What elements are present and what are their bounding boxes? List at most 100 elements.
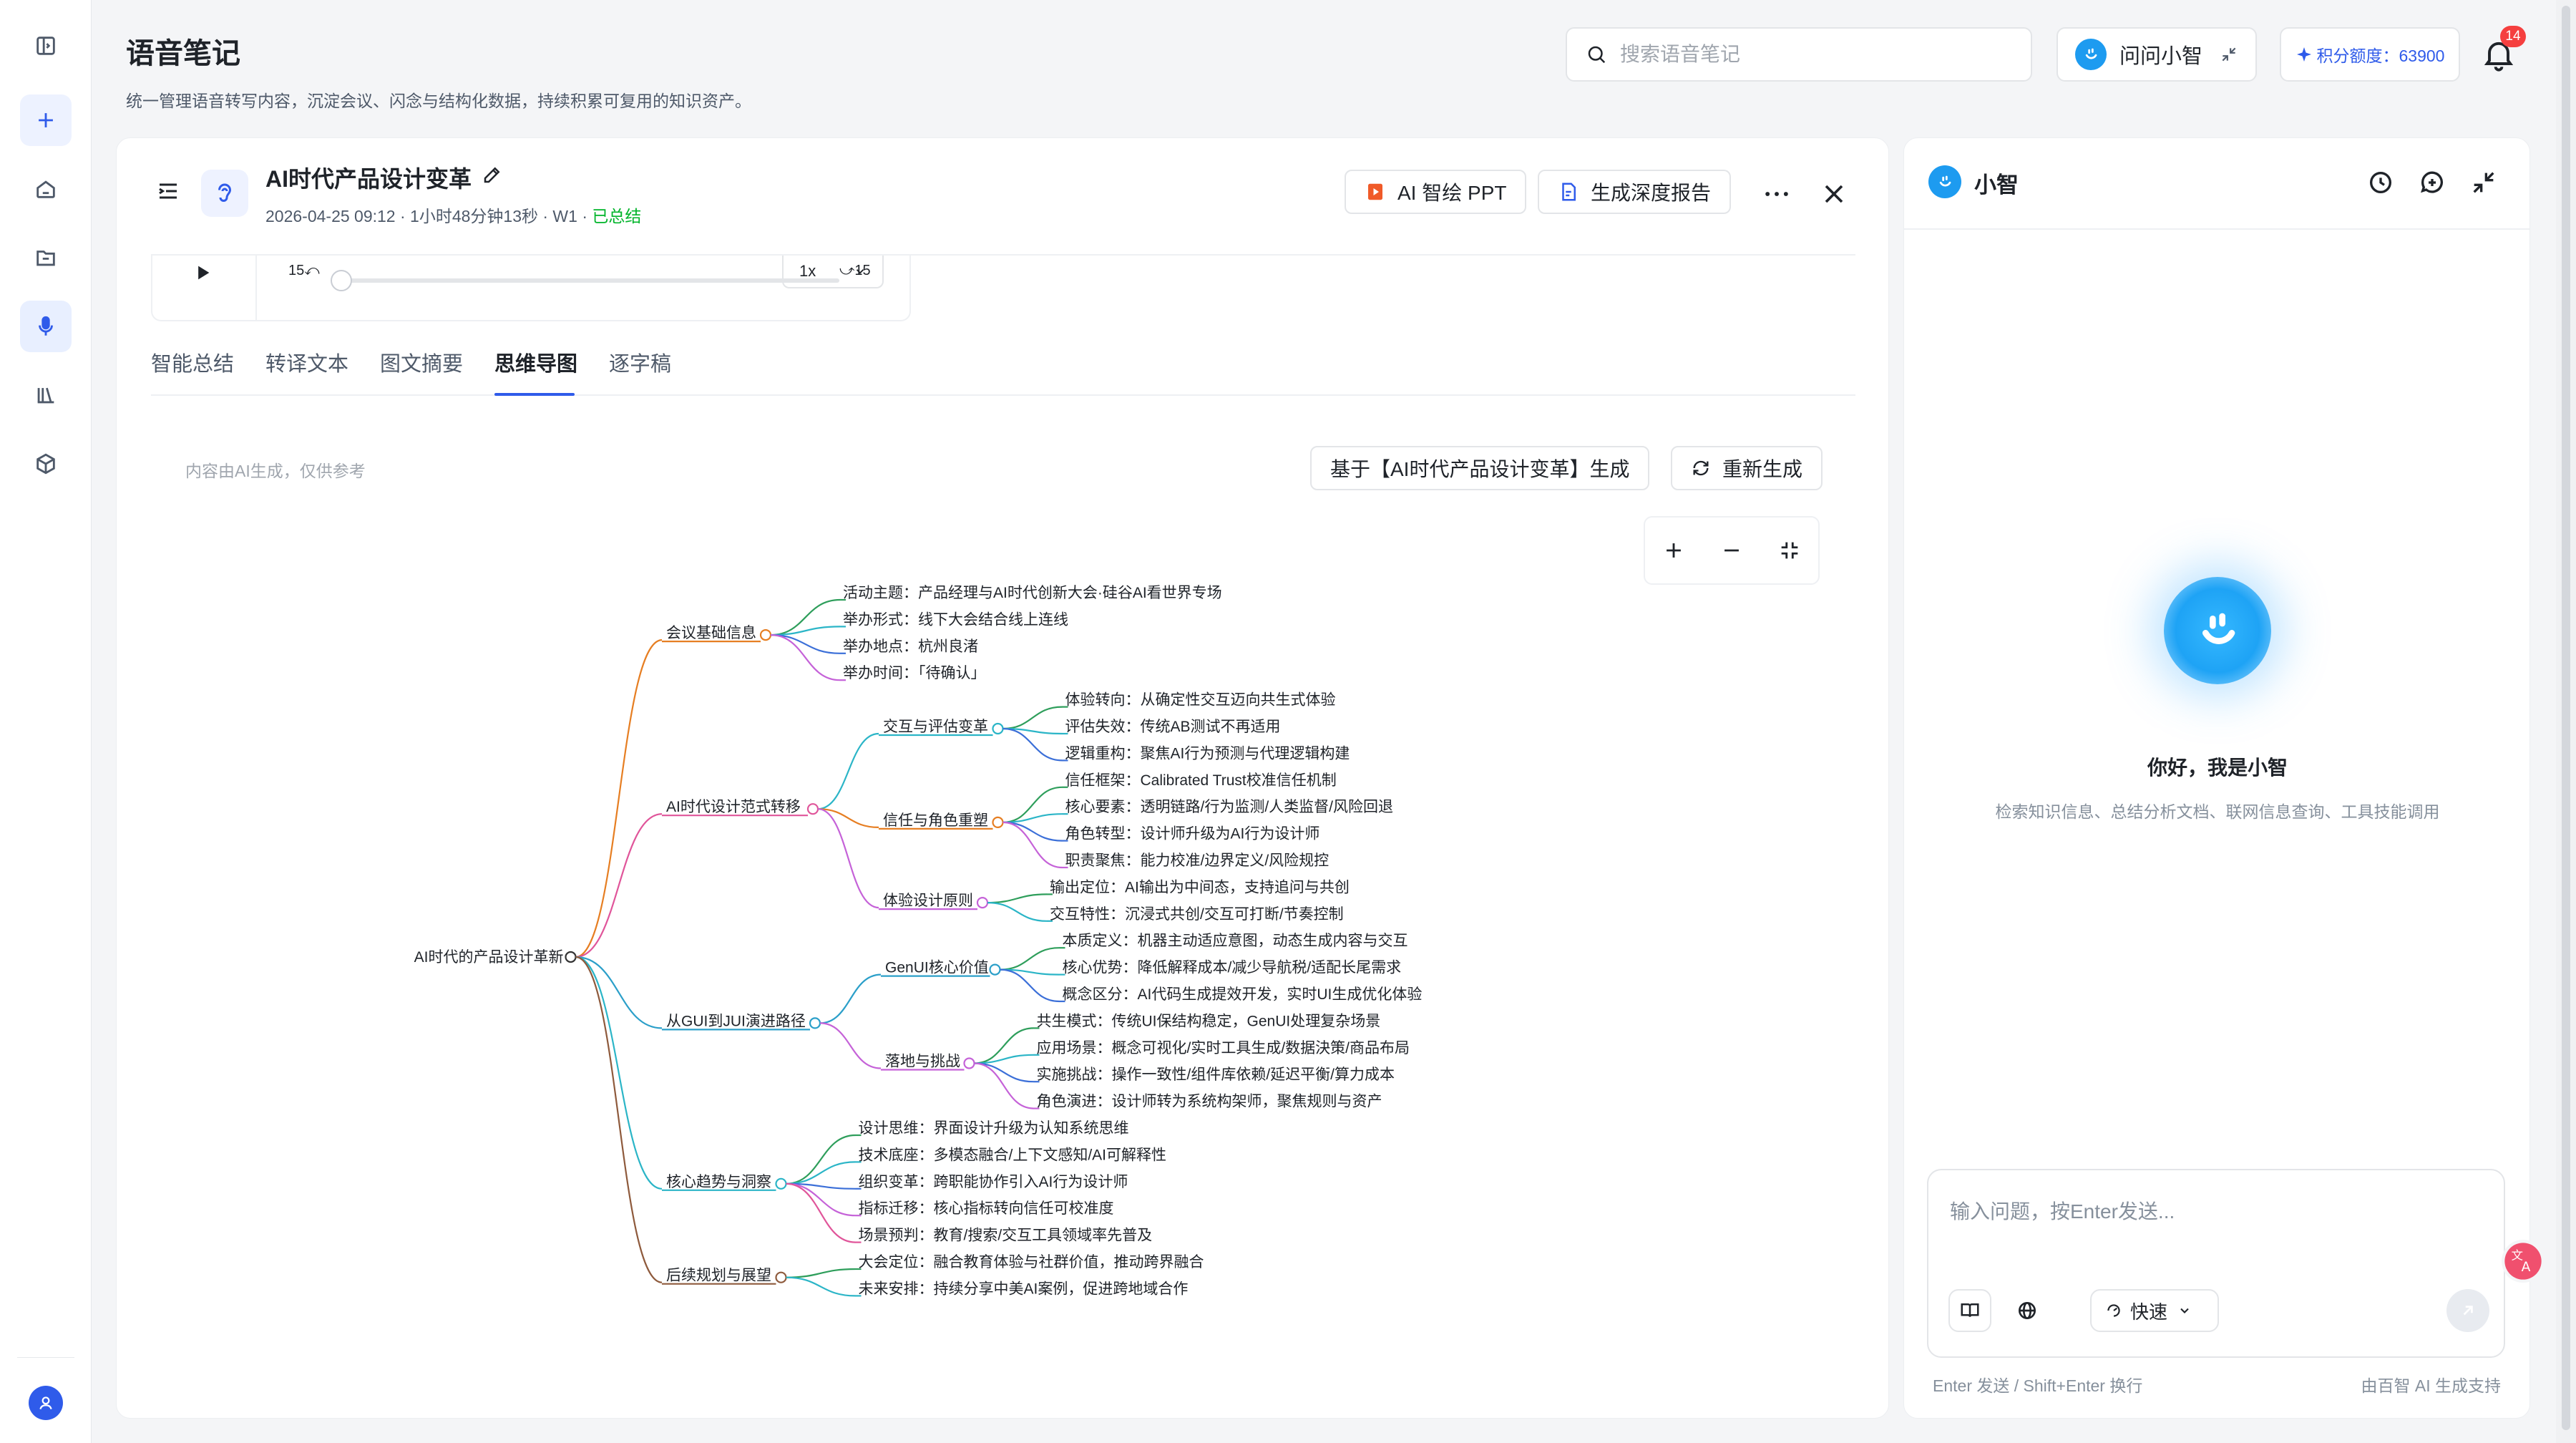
avatar[interactable] (29, 1386, 63, 1420)
mindmap-branch-node[interactable] (806, 803, 819, 815)
mindmap-leaf[interactable]: 举办地点：杭州良渚 (843, 638, 978, 655)
mindmap-leaf[interactable]: 输出定位：AI输出为中间态，支持追问与共创 (1050, 879, 1350, 895)
search-icon (1588, 46, 1606, 64)
mindmap-sub-node[interactable] (992, 722, 1004, 735)
cube-icon[interactable] (20, 438, 72, 490)
mindmap-edge (974, 1027, 1034, 1064)
mindmap-sub-node[interactable] (992, 816, 1004, 829)
mindmap-leaf[interactable]: 共生模式：传统UI保结构稳定，GenUI处理复杂场景 (1037, 1013, 1381, 1029)
mindmap-branch-node[interactable] (775, 1271, 787, 1283)
mindmap-leaf[interactable]: 组织变革：跨职能协作引入AI行为设计师 (859, 1174, 1128, 1190)
translate-float-button[interactable]: 文A (2502, 1240, 2545, 1283)
assistant-header: 小智 (1904, 138, 2529, 230)
mindmap-edge (770, 634, 841, 654)
library-icon[interactable] (20, 369, 72, 421)
mindmap-branch-node[interactable] (759, 628, 772, 641)
speed-mode-icon (2107, 1304, 2120, 1317)
page-scrollbar[interactable] (2556, 0, 2576, 1443)
mindmap-leaf[interactable]: 信任框架：Calibrated Trust校准信任机制 (1065, 772, 1337, 789)
mindmap-leaf[interactable]: 角色演进：设计师转为系统构架师，聚焦规则与资产 (1037, 1094, 1382, 1110)
mindmap-root[interactable]: AI时代的产品设计革新 (414, 949, 564, 966)
knowledge-button[interactable] (1948, 1289, 1991, 1332)
mindmap-branch[interactable]: AI时代设计范式转移 (666, 799, 801, 815)
page-subtitle: 统一管理语音转写内容，沉淀会议、闪念与结构化数据，持续积累可复用的知识资产。 (126, 92, 751, 110)
mindmap-canvas[interactable]: AI时代的产品设计革新 会议基础信息 活动主题：产品经理与AI时代创新大会·硅谷AI… (117, 138, 1889, 1419)
collapse-icon (2222, 47, 2236, 62)
folder-icon[interactable] (20, 232, 72, 283)
panel-toggle-icon[interactable] (20, 20, 72, 72)
mindmap-leaf[interactable]: 应用场景：概念可视化/实时工具生成/数据決策/商品布局 (1037, 1040, 1410, 1056)
assistant-logo-icon (1928, 165, 1961, 198)
mindmap-root-node[interactable] (565, 951, 577, 963)
microphone-icon[interactable] (20, 301, 72, 352)
scrollbar-thumb[interactable] (2562, 6, 2570, 1430)
mindmap-leaf[interactable]: 大会定位：融合教育体验与社群价值，推动跨界融合 (859, 1254, 1204, 1270)
user-icon (39, 1396, 52, 1410)
globe-icon (2019, 1302, 2036, 1319)
mindmap-leaf[interactable]: 未来安排：持续分享中美AI案例，促进跨地域合作 (859, 1281, 1189, 1297)
chat-input[interactable] (1950, 1196, 2479, 1253)
mindmap-edge (770, 634, 841, 681)
home-icon[interactable] (20, 163, 72, 215)
mindmap-branch[interactable]: 核心趋势与洞察 (666, 1174, 771, 1190)
mindmap-sub-branch[interactable]: 体验设计原则 (883, 893, 973, 909)
assistant-description: 检索知识信息、总结分析文档、联网信息查询、工具技能调用 (1995, 802, 2440, 821)
mindmap-branch[interactable]: 会议基础信息 (666, 625, 756, 641)
mindmap-leaf[interactable]: 角色转型：设计师升级为AI行为设计师 (1065, 826, 1320, 842)
mode-select[interactable]: 快速 (2090, 1289, 2219, 1332)
mindmap-sub-branch[interactable]: GenUI核心价值 (885, 960, 989, 976)
mindmap-sub-node[interactable] (989, 963, 1001, 976)
mindmap-leaf[interactable]: 本质定义：机器主动适应意图，动态生成内容与交互 (1063, 933, 1408, 949)
mindmap-leaf[interactable]: 举办时间：「待确认」 (843, 665, 986, 681)
search-input[interactable] (1620, 43, 2021, 66)
search-box[interactable] (1566, 27, 2032, 82)
new-note-button[interactable] (20, 94, 72, 146)
mindmap-leaf[interactable]: 活动主题：产品经理与AI时代创新大会·硅谷AI看世界专场 (843, 585, 1222, 601)
mindmap-leaf[interactable]: 评估失效：传统AB测试不再适用 (1065, 719, 1281, 735)
mode-label: 快速 (2130, 1301, 2168, 1323)
mindmap-leaf[interactable]: 场景预判：教育/搜索/交互工具领域率先普及 (859, 1228, 1153, 1244)
mindmap-sub-branch[interactable]: 交互与评估变革 (883, 719, 988, 735)
new-chat-icon[interactable] (2418, 168, 2446, 197)
web-search-button[interactable] (2006, 1289, 2049, 1332)
collapse-icon[interactable] (2469, 168, 2498, 197)
mindmap-edge (819, 973, 882, 1024)
mindmap-sub-branch[interactable]: 落地与挑战 (885, 1054, 960, 1070)
history-icon[interactable] (2366, 168, 2395, 197)
sidebar-divider (17, 1357, 74, 1358)
send-button[interactable] (2446, 1289, 2489, 1332)
mindmap-leaf[interactable]: 逻辑重构：聚焦AI行为预测与代理逻辑构建 (1065, 745, 1350, 762)
input-hint: Enter 发送 / Shift+Enter 换行 (1933, 1376, 2143, 1395)
mindmap-edge (817, 808, 879, 909)
points-badge[interactable]: 积分额度：63900 (2280, 27, 2460, 82)
mindmap-leaf[interactable]: 指标迁移：核心指标转向信任可校准度 (859, 1200, 1114, 1217)
mindmap-branch[interactable]: 从GUI到JUI演进路径 (666, 1013, 806, 1029)
mindmap-leaf[interactable]: 概念区分：AI代码生成提效开发，实时UI生成优化体验 (1063, 986, 1423, 1003)
mindmap-edge (575, 956, 663, 1283)
mindmap-branch-node[interactable] (775, 1177, 787, 1190)
mindmap-sub-branch[interactable]: 信任与角色重塑 (883, 812, 988, 829)
mindmap-edge (1002, 706, 1063, 730)
assistant-panel: 小智 你好，我是小智 检索知识信息、总结分析文档、联网信息查询、工具技能调用 快… (1903, 137, 2530, 1419)
mindmap-edge (1000, 947, 1060, 971)
mindmap-sub-node[interactable] (976, 896, 989, 909)
mindmap-edge (575, 813, 663, 958)
mindmap-leaf[interactable]: 职责聚焦：能力校准/边界定义/风险规控 (1065, 852, 1330, 869)
assistant-hero-logo (2164, 577, 2271, 684)
mindmap-leaf[interactable]: 实施挑战：操作一致性/组件库依赖/延迟平衡/算力成本 (1037, 1067, 1395, 1083)
mindmap-leaf[interactable]: 体验转向：从确定性交互迈向共生式体验 (1065, 692, 1336, 709)
mindmap-sub-node[interactable] (963, 1057, 975, 1069)
ask-assistant-button[interactable]: 问问小智 (2057, 27, 2257, 82)
mindmap-branch[interactable]: 后续规划与展望 (666, 1268, 771, 1284)
mindmap-leaf[interactable]: 设计思维：界面设计升级为认知系统思维 (859, 1120, 1129, 1137)
mindmap-leaf[interactable]: 举办形式：线下大会结合线上连线 (843, 611, 1068, 628)
assistant-title: 小智 (1974, 173, 2019, 198)
mindmap-branch-node[interactable] (809, 1017, 821, 1029)
book-icon (1961, 1303, 1979, 1317)
translate-icon: 文A (2504, 1243, 2542, 1280)
mindmap-leaf[interactable]: 核心优势：降低解释成本/减少导航税/适配长尾需求 (1063, 960, 1402, 976)
mindmap-leaf[interactable]: 核心要素：透明链路/行为监测/人类监督/风险回退 (1065, 799, 1394, 815)
mindmap-leaf[interactable]: 技术底座：多模态融合/上下文感知/AI可解释性 (859, 1147, 1167, 1163)
mindmap-leaf[interactable]: 交互特性：沉浸式共创/交互可打断/节奏控制 (1050, 906, 1344, 923)
assistant-logo-icon (2075, 39, 2107, 70)
